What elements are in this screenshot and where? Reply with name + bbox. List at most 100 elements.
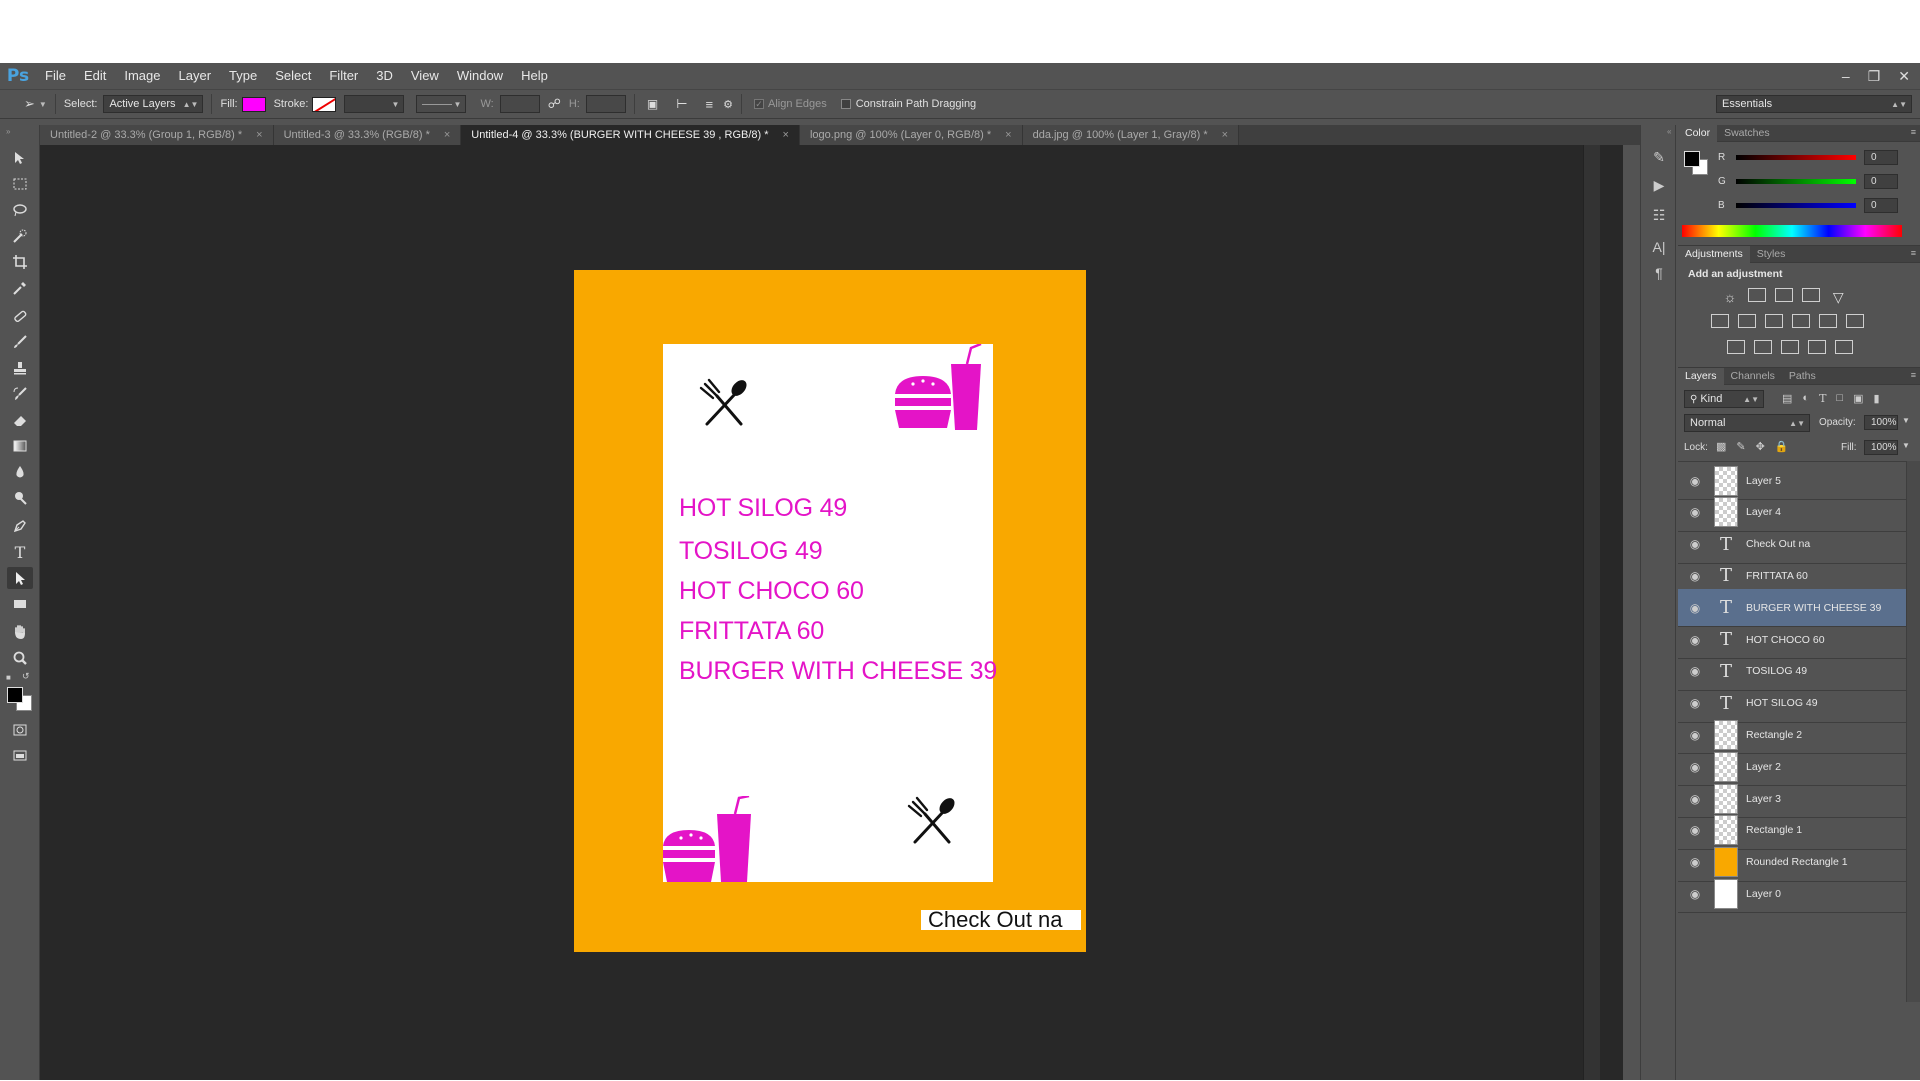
healing-brush-tool-icon[interactable] [7, 305, 33, 327]
menu-help[interactable]: Help [512, 63, 557, 89]
collapse-arrows-icon[interactable]: « [1667, 127, 1671, 136]
document-tab[interactable]: Untitled-2 @ 33.3% (Group 1, RGB/8) * × [40, 125, 274, 145]
properties-panel-icon[interactable]: ☷ [1649, 205, 1669, 225]
filter-toggle-icon[interactable]: ▮ [1873, 392, 1879, 405]
restore-icon[interactable]: ❐ [1868, 68, 1881, 85]
history-brush-tool-icon[interactable] [7, 383, 33, 405]
menu-filter[interactable]: Filter [320, 63, 367, 89]
move-tool-icon[interactable]: ➢ [24, 96, 35, 112]
filter-pixel-icon[interactable]: ▤ [1782, 392, 1792, 405]
canvas-area[interactable]: HOT SILOG 49 TOSILOG 49 HOT CHOCO 60 FRI… [40, 145, 1623, 1080]
blue-slider[interactable] [1736, 202, 1856, 208]
swap-colors-icon[interactable]: ↺ [22, 671, 30, 682]
visibility-eye-icon[interactable]: ◉ [1684, 601, 1706, 615]
color-balance-icon[interactable] [1738, 314, 1757, 328]
character-panel-icon[interactable]: A| [1649, 237, 1669, 257]
filter-shape-icon[interactable]: □ [1836, 392, 1843, 405]
hand-tool-icon[interactable] [7, 621, 33, 643]
visibility-eye-icon[interactable]: ◉ [1684, 792, 1706, 806]
filter-adjustment-icon[interactable]: ◐ [1802, 392, 1809, 405]
menu-line-3[interactable]: HOT CHOCO 60 [679, 577, 864, 606]
menu-3d[interactable]: 3D [367, 63, 402, 89]
photo-filter-icon[interactable] [1792, 314, 1811, 328]
lock-transparent-icon[interactable]: ▩ [1716, 440, 1726, 453]
opacity-dropdown-icon[interactable]: ▼ [1902, 416, 1910, 425]
path-selection-tool-icon[interactable] [7, 567, 33, 589]
visibility-eye-icon[interactable]: ◉ [1684, 633, 1706, 647]
zoom-tool-icon[interactable] [7, 647, 33, 669]
visibility-eye-icon[interactable]: ◉ [1684, 823, 1706, 837]
stroke-color-swatch[interactable] [312, 96, 337, 112]
select-dropdown[interactable]: Active Layers ▲▼ [103, 95, 204, 113]
menu-edit[interactable]: Edit [75, 63, 115, 89]
clone-stamp-tool-icon[interactable] [7, 357, 33, 379]
blur-tool-icon[interactable] [7, 461, 33, 483]
quick-selection-tool-icon[interactable] [7, 225, 33, 247]
color-lookup-icon[interactable] [1846, 314, 1865, 328]
panel-menu-icon[interactable]: ≡ [1911, 370, 1916, 380]
panel-tab-adjustments[interactable]: Adjustments [1678, 245, 1750, 263]
hue-saturation-icon[interactable] [1711, 314, 1729, 328]
filter-type-icon[interactable]: T [1819, 392, 1826, 405]
menu-line-1[interactable]: HOT SILOG 49 [679, 494, 847, 523]
stroke-type-dropdown[interactable]: ▼ [416, 95, 467, 113]
foreground-color-swatch[interactable] [7, 687, 23, 703]
menu-layer[interactable]: Layer [170, 63, 221, 89]
constrain-path-checkbox[interactable] [840, 99, 851, 109]
visibility-eye-icon[interactable]: ◉ [1684, 664, 1706, 678]
rectangle-tool-icon[interactable] [7, 593, 33, 615]
stroke-width-field[interactable]: ▼ [344, 95, 405, 113]
posterize-icon[interactable] [1754, 340, 1773, 354]
settings-gear-icon[interactable]: ⚙ [723, 98, 733, 111]
link-icon[interactable]: ☍ [548, 96, 561, 112]
fill-field[interactable]: 100% [1864, 440, 1898, 455]
visibility-eye-icon[interactable]: ◉ [1684, 760, 1706, 774]
checkout-text-layer[interactable]: Check Out na [921, 909, 1081, 931]
default-colors-icon[interactable]: ■ [6, 673, 11, 682]
red-value-field[interactable]: 0 [1864, 149, 1898, 165]
visibility-eye-icon[interactable]: ◉ [1684, 855, 1706, 869]
lock-position-icon[interactable]: ✥ [1756, 440, 1765, 453]
path-operations-icon[interactable]: ▣ [647, 97, 658, 111]
type-tool-icon[interactable]: T [7, 541, 33, 563]
menu-line-5[interactable]: BURGER WITH CHEESE 39 [679, 657, 997, 686]
eyedropper-tool-icon[interactable] [7, 277, 33, 299]
visibility-eye-icon[interactable]: ◉ [1684, 569, 1706, 583]
brush-tool-icon[interactable] [7, 331, 33, 353]
tab-close-icon[interactable]: × [783, 129, 789, 141]
document-tab[interactable]: Untitled-4 @ 33.3% (BURGER WITH CHEESE 3… [461, 125, 800, 145]
selective-color-icon[interactable] [1808, 340, 1827, 354]
paragraph-panel-icon[interactable]: ¶ [1649, 263, 1669, 283]
opacity-field[interactable]: 100% [1864, 415, 1898, 430]
filter-smart-object-icon[interactable]: ▣ [1853, 392, 1863, 405]
visibility-eye-icon[interactable]: ◉ [1684, 887, 1706, 901]
document-tab[interactable]: logo.png @ 100% (Layer 0, RGB/8) * × [799, 125, 1023, 145]
close-icon[interactable]: ✕ [1898, 68, 1910, 85]
panel-menu-icon[interactable]: ≡ [1911, 127, 1916, 137]
minimize-icon[interactable]: – [1842, 68, 1850, 84]
brightness-contrast-icon[interactable]: ☼ [1721, 290, 1739, 304]
visibility-eye-icon[interactable]: ◉ [1684, 505, 1706, 519]
panel-tab-styles[interactable]: Styles [1750, 246, 1793, 263]
quick-mask-icon[interactable] [7, 719, 33, 741]
panel-tab-channels[interactable]: Channels [1724, 368, 1782, 385]
panel-menu-icon[interactable]: ≡ [1911, 248, 1916, 258]
document-tab[interactable]: Untitled-3 @ 33.3% (RGB/8) * × [273, 125, 462, 145]
menu-window[interactable]: Window [448, 63, 512, 89]
panel-tab-color[interactable]: Color [1678, 124, 1718, 142]
visibility-eye-icon[interactable]: ◉ [1684, 728, 1706, 742]
history-panel-icon[interactable]: ✎ [1649, 147, 1669, 167]
vibrance-icon[interactable]: ▽ [1829, 290, 1847, 304]
vertical-scrollbar[interactable] [1583, 145, 1600, 1080]
tab-close-icon[interactable]: × [256, 129, 262, 141]
red-slider[interactable] [1736, 154, 1856, 160]
menu-line-4[interactable]: FRITTATA 60 [679, 617, 824, 646]
gradient-map-icon[interactable] [1835, 340, 1854, 354]
gradient-tool-icon[interactable] [7, 435, 33, 457]
panel-tab-layers[interactable]: Layers [1678, 367, 1724, 385]
channel-mixer-icon[interactable] [1819, 314, 1838, 328]
levels-icon[interactable] [1748, 288, 1767, 302]
blue-value-field[interactable]: 0 [1864, 197, 1898, 213]
pen-tool-icon[interactable] [7, 515, 33, 537]
align-edges-checkbox[interactable]: ✓ [754, 99, 764, 109]
